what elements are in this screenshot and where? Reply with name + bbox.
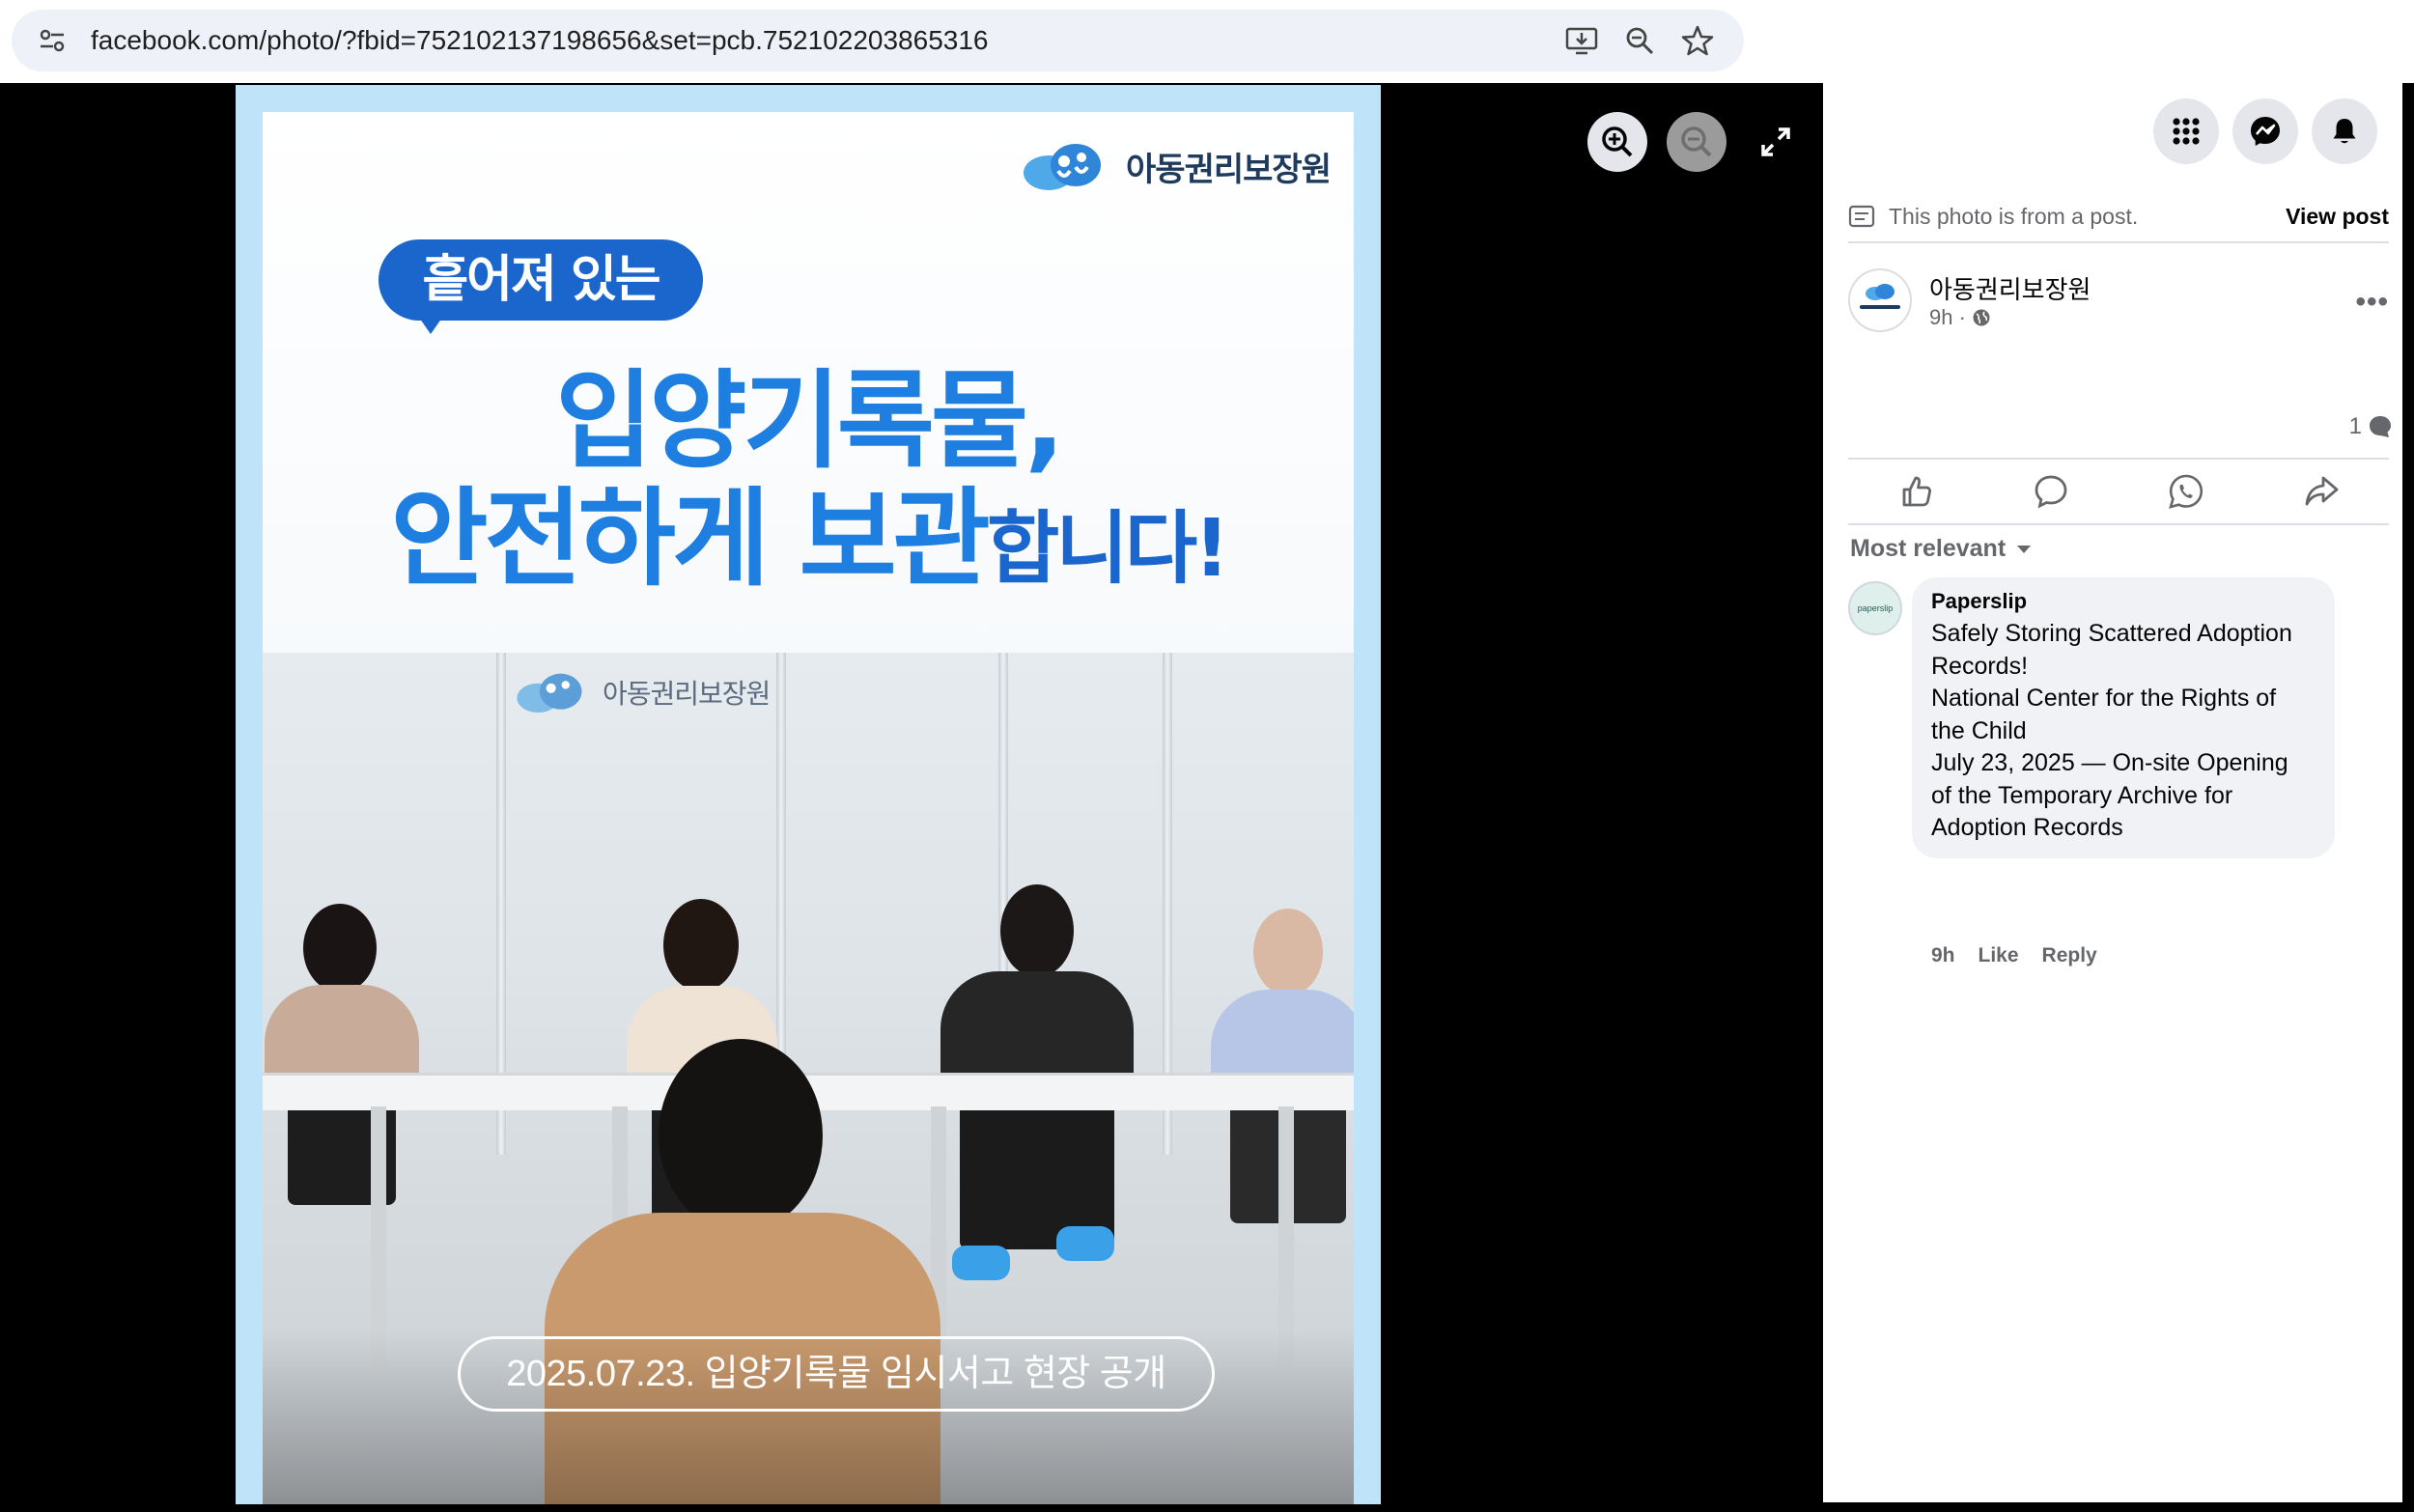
speech-bubble-label: 흩어져 있는 xyxy=(379,239,703,321)
comment-text-line: Adoption Records xyxy=(1931,814,2123,841)
wall-logo-icon xyxy=(517,673,582,713)
zoom-in-button[interactable] xyxy=(1587,112,1647,172)
sort-label: Most relevant xyxy=(1850,535,2007,562)
browser-toolbar: facebook.com/photo/?fbid=752102137198656… xyxy=(0,0,2414,83)
comment-text-line: National Center for the Rights of xyxy=(1931,685,2277,712)
comment-time[interactable]: 9h xyxy=(1931,944,1955,967)
comment-text-line: July 23, 2025 — On-site Opening xyxy=(1931,749,2288,776)
wall-logo-text: 아동권리보장원 xyxy=(603,678,771,710)
bell-icon xyxy=(2333,119,2356,144)
post-icon xyxy=(1848,205,1875,228)
top-nav-icons xyxy=(2153,98,2377,164)
comment-like-button[interactable]: Like xyxy=(1979,944,2019,967)
comment-sort-dropdown[interactable]: Most relevant xyxy=(1850,535,2033,563)
comment-count[interactable]: 1 xyxy=(2349,413,2393,440)
post-author: 아동권리보장원 9h · ••• xyxy=(1848,268,2389,336)
speech-bubble-tail xyxy=(417,315,444,334)
from-post-text: This photo is from a post. xyxy=(1889,203,2139,229)
zoom-icon[interactable] xyxy=(1622,23,1657,58)
headline-line-2: 안전하게 보관합니다! xyxy=(263,452,1354,606)
org-logo-icon xyxy=(1024,144,1102,190)
comment-actions: 9h Like Reply xyxy=(1931,944,2097,967)
zoom-out-icon xyxy=(1681,126,1712,157)
photo-viewer: 아동권리보장원 흩어져 있는 입양기록물, 안전하게 보관합니다! 아동권리보장… xyxy=(0,83,1823,1512)
post-action-row xyxy=(1848,460,2389,523)
comment-text-line: Records! xyxy=(1931,652,2029,680)
comment-bubble-icon xyxy=(2370,416,2391,437)
divider-top xyxy=(1848,241,2389,243)
site-settings-icon[interactable] xyxy=(35,23,70,58)
zoom-in-icon xyxy=(1602,126,1633,157)
divider-actions-bottom xyxy=(1848,523,2389,525)
photo-caption: 2025.07.23. 입양기록물 임시서고 현장 공개 xyxy=(458,1336,1215,1412)
more-options-button[interactable]: ••• xyxy=(2355,286,2389,319)
comment-count-value: 1 xyxy=(2348,413,2362,439)
address-bar[interactable]: facebook.com/photo/?fbid=752102137198656… xyxy=(12,10,1744,71)
comment-text-line: Safely Storing Scattered Adoption xyxy=(1931,620,2292,647)
post-photo[interactable]: 아동권리보장원 흩어져 있는 입양기록물, 안전하게 보관합니다! 아동권리보장… xyxy=(236,85,1381,1504)
org-logo-text: 아동권리보장원 xyxy=(1126,150,1332,189)
comment-author[interactable]: Paperslip xyxy=(1931,589,2316,614)
photo-poster: 아동권리보장원 흩어져 있는 입양기록물, 안전하게 보관합니다! 아동권리보장… xyxy=(263,112,1354,1504)
post-meta: 9h · xyxy=(1929,305,1991,330)
comment-reply-button[interactable]: Reply xyxy=(2042,944,2097,967)
messenger-icon xyxy=(2251,117,2280,146)
author-name[interactable]: 아동권리보장원 xyxy=(1929,270,2091,306)
zoom-out-button[interactable] xyxy=(1667,112,1726,172)
caret-down-icon xyxy=(2017,545,2032,553)
comment-icon[interactable] xyxy=(2032,472,2070,511)
grid-menu-icon xyxy=(2173,118,2200,145)
comment-text-line: the Child xyxy=(1931,716,2027,744)
post-side-panel: This photo is from a post. View post 아동권… xyxy=(1823,83,2402,1502)
like-icon[interactable] xyxy=(1896,472,1935,511)
commenter-avatar-text: paperslip xyxy=(1857,603,1894,613)
menu-button[interactable] xyxy=(2153,98,2219,164)
comment-bubble: Paperslip Safely Storing Scattered Adopt… xyxy=(1912,577,2335,858)
view-post-link[interactable]: View post xyxy=(2286,204,2389,230)
globe-icon xyxy=(1973,309,1990,326)
fullscreen-icon[interactable] xyxy=(1757,124,1794,160)
install-app-icon[interactable] xyxy=(1564,23,1599,58)
author-avatar-logo-icon xyxy=(1860,284,1900,309)
whatsapp-icon[interactable] xyxy=(2167,472,2205,511)
author-avatar[interactable] xyxy=(1848,268,1912,332)
bookmark-star-icon[interactable] xyxy=(1680,23,1715,58)
commenter-avatar[interactable]: paperslip xyxy=(1848,581,1902,635)
wall-logo: 아동권리보장원 xyxy=(514,667,771,717)
url-text[interactable]: facebook.com/photo/?fbid=752102137198656… xyxy=(91,10,988,71)
from-post-notice: This photo is from a post. View post xyxy=(1848,197,2389,236)
post-time[interactable]: 9h · xyxy=(1929,305,1966,330)
headline-line-2-big: 안전하게 보관 xyxy=(390,477,990,601)
headline-line-2-small: 합니다! xyxy=(986,503,1230,595)
messenger-button[interactable] xyxy=(2232,98,2298,164)
org-logo-top: 아동권리보장원 xyxy=(1020,137,1332,195)
comment-text-line: of the Temporary Archive for xyxy=(1931,781,2233,809)
notifications-button[interactable] xyxy=(2312,98,2377,164)
share-icon[interactable] xyxy=(2302,472,2341,511)
